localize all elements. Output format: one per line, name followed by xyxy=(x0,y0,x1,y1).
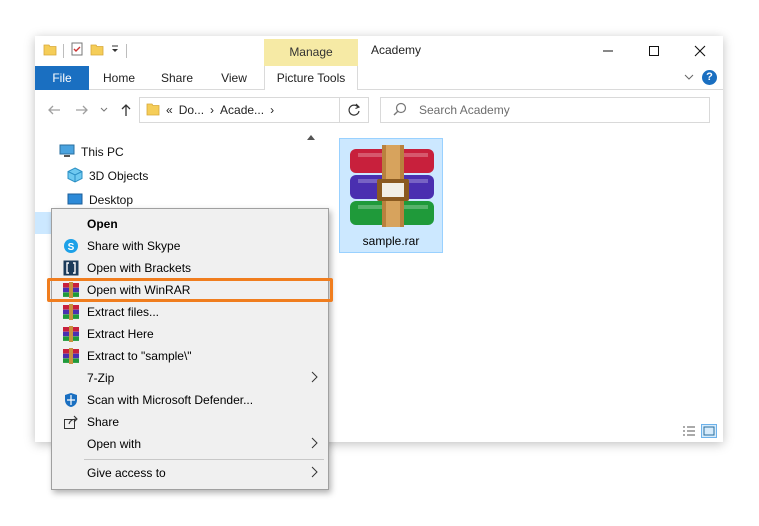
file-list: sample.rar xyxy=(327,129,723,442)
menu-item-give-access-to[interactable]: Give access to xyxy=(54,462,326,484)
menu-item-label: Scan with Microsoft Defender... xyxy=(87,393,254,407)
customize-toolbar-icon[interactable] xyxy=(110,42,120,59)
tree-item-label: 3D Objects xyxy=(89,169,149,183)
breadcrumb-separator[interactable]: › xyxy=(210,103,214,117)
menu-item-label: Extract to "sample\" xyxy=(87,349,192,363)
winrar-icon xyxy=(63,326,79,342)
address-row: « Do... › Acade... › Search Academy xyxy=(35,91,723,129)
menu-item-scan-with-defender[interactable]: Scan with Microsoft Defender... xyxy=(54,389,326,411)
ribbon-controls: ? xyxy=(684,70,717,85)
arrow-left-icon xyxy=(48,105,60,115)
menu-item-label: Open with Brackets xyxy=(87,261,192,275)
close-button[interactable] xyxy=(677,36,723,66)
tab-home[interactable]: Home xyxy=(97,66,141,90)
menu-item-label: 7-Zip xyxy=(87,371,115,385)
back-button[interactable] xyxy=(45,101,63,119)
chevron-right-icon xyxy=(310,371,318,383)
skype-icon: S xyxy=(63,238,79,254)
menu-item-extract-files[interactable]: Extract files... xyxy=(54,301,326,323)
chevron-right-icon xyxy=(310,437,318,449)
menu-item-share[interactable]: Share xyxy=(54,411,326,433)
winrar-icon xyxy=(63,304,79,320)
menu-item-extract-here[interactable]: Extract Here xyxy=(54,323,326,345)
winrar-icon xyxy=(63,348,79,364)
chevron-right-icon xyxy=(310,466,318,478)
maximize-icon xyxy=(649,46,659,56)
highlight-box xyxy=(47,278,333,302)
menu-item-7-zip[interactable]: 7-Zip xyxy=(54,367,326,389)
window-title: Academy xyxy=(371,43,422,57)
expand-ribbon-icon[interactable] xyxy=(684,71,694,85)
menu-item-label: Share with Skype xyxy=(87,239,181,253)
file-item-sample-rar[interactable]: sample.rar xyxy=(339,138,443,253)
file-name: sample.rar xyxy=(362,234,420,248)
breadcrumb-documents[interactable]: Do... xyxy=(179,103,204,117)
folder-icon[interactable] xyxy=(43,42,57,59)
details-view-icon[interactable] xyxy=(681,424,697,438)
menu-item-open-with-brackets[interactable]: Open with Brackets xyxy=(54,257,326,279)
scroll-up-arrow-icon[interactable] xyxy=(307,135,315,140)
toolbar-separator xyxy=(63,43,64,58)
manage-tab[interactable]: Manage xyxy=(264,39,358,66)
breadcrumb-academy[interactable]: Acade... xyxy=(220,103,264,117)
menu-item-extract-to-sample[interactable]: Extract to "sample\" xyxy=(54,345,326,367)
menu-item-label: Open xyxy=(87,217,118,231)
help-icon[interactable]: ? xyxy=(702,70,717,85)
breadcrumb-separator[interactable]: › xyxy=(270,103,274,117)
tree-item-label: Desktop xyxy=(89,193,134,207)
tab-view[interactable]: View xyxy=(213,66,255,90)
ribbon-tabs: File Home Share View Picture Tools ? xyxy=(35,66,723,90)
maximize-button[interactable] xyxy=(631,36,677,66)
defender-icon xyxy=(63,392,79,408)
cube-icon xyxy=(67,166,83,186)
winrar-archive-icon xyxy=(346,145,438,230)
menu-separator xyxy=(84,459,324,460)
chevron-down-icon xyxy=(100,107,108,112)
share-icon xyxy=(63,414,79,430)
title-bar: Manage Academy xyxy=(35,36,723,66)
computer-icon xyxy=(59,144,75,161)
folder-icon xyxy=(146,102,160,119)
breadcrumb-overflow[interactable]: « xyxy=(166,103,173,117)
toolbar-separator xyxy=(126,43,127,58)
large-icons-view-icon[interactable] xyxy=(701,424,717,438)
menu-item-label: Open with xyxy=(87,437,142,451)
brackets-icon xyxy=(63,260,79,276)
view-toggle xyxy=(681,424,717,438)
svg-text:S: S xyxy=(68,242,75,253)
menu-item-share-with-skype[interactable]: S Share with Skype xyxy=(54,235,326,257)
tree-item-3d-objects[interactable]: 3D Objects xyxy=(67,165,148,187)
properties-icon[interactable] xyxy=(70,42,84,59)
tree-item-this-pc[interactable]: This PC xyxy=(59,141,124,163)
address-bar[interactable]: « Do... › Acade... › xyxy=(139,97,363,123)
menu-item-label: Share xyxy=(87,415,120,429)
menu-item-label: Give access to xyxy=(87,466,166,480)
minimize-icon xyxy=(603,50,613,52)
refresh-icon xyxy=(348,103,361,116)
arrow-up-icon xyxy=(121,104,131,116)
new-folder-icon[interactable] xyxy=(90,42,104,59)
context-menu: Open S Share with Skype Open with Bracke… xyxy=(51,208,329,490)
refresh-button[interactable] xyxy=(339,97,369,123)
search-icon xyxy=(393,102,407,119)
menu-item-label: Extract files... xyxy=(87,305,160,319)
menu-item-open-with[interactable]: Open with xyxy=(54,433,326,455)
menu-item-open[interactable]: Open xyxy=(54,213,326,235)
close-icon xyxy=(694,45,706,57)
forward-button[interactable] xyxy=(73,101,91,119)
recent-locations-button[interactable] xyxy=(95,101,113,119)
menu-item-label: Extract Here xyxy=(87,327,154,341)
minimize-button[interactable] xyxy=(585,36,631,66)
tab-file[interactable]: File xyxy=(35,66,89,90)
desktop-icon xyxy=(67,192,83,209)
search-box[interactable]: Search Academy xyxy=(380,97,710,123)
arrow-right-icon xyxy=(76,105,88,115)
search-placeholder: Search Academy xyxy=(419,103,510,117)
tab-share[interactable]: Share xyxy=(155,66,199,90)
tree-item-label: This PC xyxy=(81,145,124,159)
up-button[interactable] xyxy=(117,101,135,119)
quick-access-toolbar xyxy=(43,42,127,59)
tab-picture-tools[interactable]: Picture Tools xyxy=(264,66,358,90)
